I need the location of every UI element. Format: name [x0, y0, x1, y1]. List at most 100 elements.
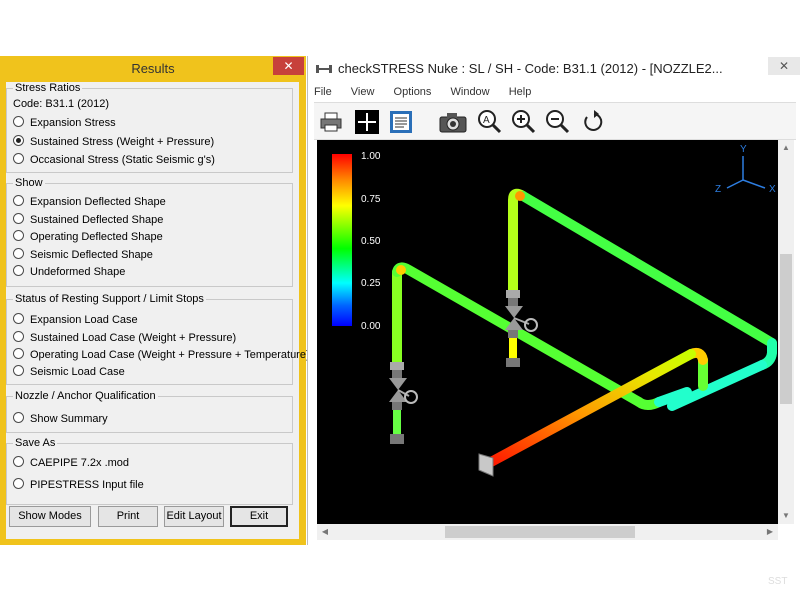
scroll-left-arrow[interactable]: ◀	[317, 524, 333, 540]
radio-button[interactable]	[13, 195, 24, 206]
radio-show-summary[interactable]: Show Summary	[13, 412, 108, 426]
vertical-scroll-thumb[interactable]	[780, 254, 792, 404]
app-title-text: checkSTRESS Nuke : SL / SH - Code: B31.1…	[338, 61, 723, 76]
zoom-in-icon[interactable]	[510, 109, 536, 135]
radio-button[interactable]	[13, 248, 24, 259]
axis-x-label: X	[769, 184, 776, 195]
radio-label: CAEPIPE 7.2x .mod	[30, 457, 130, 469]
group-save-as: Save As CAEPIPE 7.2x .mod PIPESTRESS Inp…	[6, 437, 293, 505]
group-stress-ratios: Stress Ratios Code: B31.1 (2012) Expansi…	[6, 82, 293, 173]
menu-file[interactable]: File	[314, 86, 332, 98]
radio-label: Sustained Load Case (Weight + Pressure)	[30, 332, 237, 344]
radio-pipestress[interactable]: PIPESTRESS Input file	[13, 478, 144, 492]
group-show: Show Expansion Deflected Shape Sustained…	[6, 177, 293, 287]
crosshair-icon[interactable]	[354, 109, 380, 135]
radio-button[interactable]	[13, 153, 24, 164]
camera-icon[interactable]	[438, 109, 468, 135]
radio-button[interactable]	[13, 265, 24, 276]
radio-button[interactable]	[13, 365, 24, 376]
radio-button[interactable]	[13, 412, 24, 423]
radio-button[interactable]	[13, 478, 24, 489]
menu-options[interactable]: Options	[394, 86, 432, 98]
code-label: Code: B31.1 (2012)	[13, 98, 110, 110]
radio-button[interactable]	[13, 116, 24, 127]
radio-label: PIPESTRESS Input file	[30, 479, 144, 491]
print-button[interactable]: Print	[98, 506, 158, 527]
pipe-diagonal-run	[392, 262, 664, 410]
radio-expansion-stress[interactable]: Expansion Stress	[13, 116, 116, 130]
radio-expansion-deflected[interactable]: Expansion Deflected Shape	[13, 195, 166, 209]
group-title: Save As	[13, 437, 58, 449]
radio-label: Sustained Deflected Shape	[30, 214, 164, 226]
radio-seismic-deflected[interactable]: Seismic Deflected Shape	[13, 248, 153, 262]
radio-operating-load-case[interactable]: Operating Load Case (Weight + Pressure +…	[13, 348, 310, 362]
radio-label: Operating Deflected Shape	[30, 231, 163, 243]
menu-bar: File View Options Window Help	[314, 83, 547, 101]
checkstress-window: checkSTRESS Nuke : SL / SH - Code: B31.1…	[307, 56, 800, 545]
horizontal-scroll-thumb[interactable]	[445, 526, 635, 538]
menu-help[interactable]: Help	[509, 86, 532, 98]
menu-view[interactable]: View	[351, 86, 375, 98]
scroll-right-arrow[interactable]: ▶	[762, 524, 778, 540]
group-title: Stress Ratios	[13, 82, 83, 94]
radio-label: Show Summary	[30, 413, 108, 425]
svg-text:A: A	[483, 115, 490, 126]
elbow-hot-left	[396, 265, 406, 275]
radio-expansion-load-case[interactable]: Expansion Load Case	[13, 313, 138, 327]
radio-caepipe[interactable]: CAEPIPE 7.2x .mod	[13, 456, 129, 470]
app-close-button[interactable]: ✕	[768, 57, 800, 75]
radio-button[interactable]	[13, 348, 24, 359]
radio-label: Occasional Stress (Static Seismic g's)	[30, 154, 215, 166]
radio-button-selected[interactable]	[13, 135, 24, 146]
group-title: Status of Resting Support / Limit Stops	[13, 293, 206, 305]
results-close-button[interactable]: ✕	[273, 57, 304, 75]
pipe-top-run	[518, 191, 777, 348]
zoom-all-icon[interactable]: A	[476, 109, 502, 135]
radio-button[interactable]	[13, 213, 24, 224]
valve-left	[389, 362, 418, 444]
radio-sustained-stress[interactable]: Sustained Stress (Weight + Pressure)	[13, 135, 214, 149]
radio-sustained-load-case[interactable]: Sustained Load Case (Weight + Pressure)	[13, 331, 236, 345]
valve-right	[505, 290, 538, 367]
radio-label: Expansion Stress	[30, 117, 116, 129]
printer-icon[interactable]	[318, 109, 344, 135]
scroll-down-arrow[interactable]: ▼	[778, 508, 794, 524]
radio-label: Seismic Load Case	[30, 366, 125, 378]
app-icon	[316, 65, 332, 73]
document-icon[interactable]	[388, 109, 414, 135]
menu-window[interactable]: Window	[451, 86, 490, 98]
radio-seismic-load-case[interactable]: Seismic Load Case	[13, 365, 125, 379]
toolbar: A	[314, 102, 796, 140]
scroll-up-arrow[interactable]: ▲	[778, 140, 794, 156]
exit-button[interactable]: Exit	[230, 506, 288, 527]
group-nozzle: Nozzle / Anchor Qualification Show Summa…	[6, 390, 293, 433]
radio-button[interactable]	[13, 331, 24, 342]
horizontal-scrollbar[interactable]: ◀ ▶	[317, 524, 778, 540]
radio-button[interactable]	[13, 313, 24, 324]
pipe-riser-right	[508, 188, 528, 299]
radio-label: Operating Load Case (Weight + Pressure +…	[30, 349, 310, 361]
radio-operating-deflected[interactable]: Operating Deflected Shape	[13, 230, 163, 244]
radio-label: Seismic Deflected Shape	[30, 249, 153, 261]
anchor-plate	[478, 453, 494, 477]
radio-sustained-deflected[interactable]: Sustained Deflected Shape	[13, 213, 163, 227]
radio-label: Expansion Deflected Shape	[30, 196, 166, 208]
zoom-out-icon[interactable]	[544, 109, 570, 135]
radio-button[interactable]	[13, 456, 24, 467]
pipe-stress-viewport[interactable]: 1.00 0.75 0.50 0.25 0.00 Y X Z	[317, 140, 778, 524]
radio-button[interactable]	[13, 230, 24, 241]
app-title: checkSTRESS Nuke : SL / SH - Code: B31.1…	[316, 56, 723, 82]
vertical-scrollbar[interactable]: ▲ ▼	[778, 140, 794, 524]
show-modes-button[interactable]: Show Modes	[9, 506, 91, 527]
rotate-icon[interactable]	[580, 109, 606, 135]
radio-label: Sustained Stress (Weight + Pressure)	[30, 136, 215, 148]
results-window: Results ✕ Stress Ratios Code: B31.1 (201…	[0, 56, 310, 545]
radio-occasional-stress[interactable]: Occasional Stress (Static Seismic g's)	[13, 153, 215, 167]
radio-undeformed-shape[interactable]: Undeformed Shape	[13, 265, 125, 279]
group-resting-support: Status of Resting Support / Limit Stops …	[6, 293, 310, 385]
radio-label: Undeformed Shape	[30, 266, 126, 278]
watermark: SST	[768, 576, 788, 587]
edit-layout-button[interactable]: Edit Layout	[164, 506, 224, 527]
group-title: Show	[13, 177, 45, 189]
axis-z-label: Z	[715, 184, 722, 195]
